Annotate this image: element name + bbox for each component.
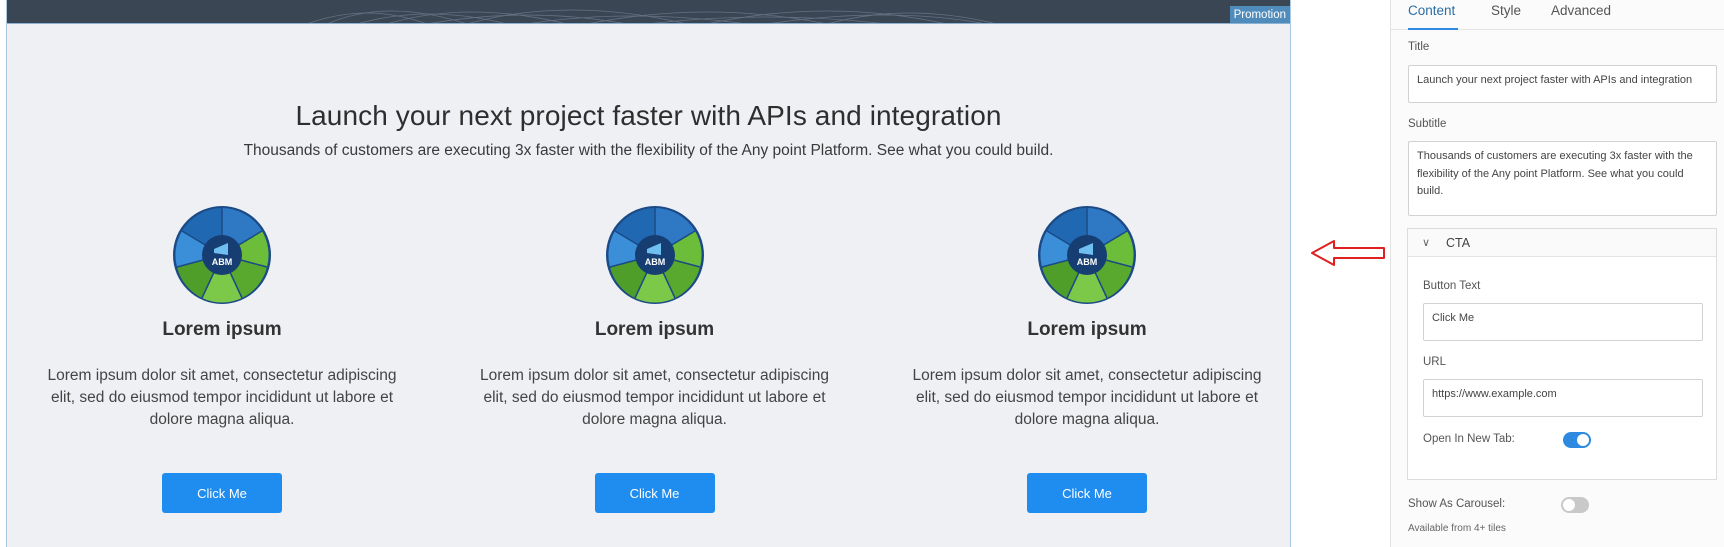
tile-cta-button[interactable]: Click Me [162,473,282,513]
tile-image-label: ABM [644,257,665,267]
toggle-knob [1563,499,1575,511]
tile-image-label: ABM [212,257,233,267]
open-new-tab-toggle[interactable] [1563,432,1591,448]
open-new-tab-label: Open In New Tab: [1423,433,1515,445]
subtitle-field-label: Subtitle [1408,118,1447,130]
panel-tabs: Content Style Advanced [1391,0,1724,30]
abm-diagram-image: ABM [1038,206,1136,304]
button-text-label: Button Text [1423,280,1481,292]
tile-title[interactable]: Lorem ipsum [1027,319,1146,341]
promotion-tag: Promotion [1229,6,1290,23]
subtitle-textarea[interactable]: Thousands of customers are executing 3x … [1408,141,1717,216]
tile-cta-button[interactable]: Click Me [594,473,715,513]
tile: ABM Lorem ipsum Lorem ipsum dolor sit am… [902,205,1272,525]
chevron-down-icon: ∨ [1422,237,1431,249]
tile-image-label: ABM [1077,257,1098,267]
hero-banner-pattern [308,9,995,23]
promotion-subtitle[interactable]: Thousands of customers are executing 3x … [7,142,1290,160]
title-field-label: Title [1408,41,1430,53]
tile-description[interactable]: Lorem ipsum dolor sit amet, consectetur … [902,365,1272,431]
promotion-title[interactable]: Launch your next project faster with API… [7,100,1290,132]
url-input[interactable]: https://www.example.com [1423,379,1703,417]
tab-advanced[interactable]: Advanced [1551,2,1611,30]
settings-panel: Content Style Advanced Title Launch your… [1390,0,1724,547]
url-label: URL [1423,356,1447,368]
tile: ABM Lorem ipsum Lorem ipsum dolor sit am… [37,205,407,525]
cta-section-header[interactable]: ∨ CTA [1408,229,1716,257]
tile-description[interactable]: Lorem ipsum dolor sit amet, consectetur … [470,365,840,431]
tile-description[interactable]: Lorem ipsum dolor sit amet, consectetur … [37,365,407,431]
tile-cta-button[interactable]: Click Me [1027,473,1147,513]
carousel-hint: Available from 4+ tiles [1408,523,1506,534]
arrow-left-icon [1311,240,1385,266]
preview-canvas: Promotion Launch your next project faste… [6,0,1291,547]
tab-content[interactable]: Content [1408,2,1458,30]
page: Promotion Launch your next project faste… [0,0,1724,547]
tab-style[interactable]: Style [1491,2,1521,30]
cta-section-label: CTA [1446,236,1471,250]
button-text-input[interactable]: Click Me [1423,303,1703,341]
tiles-row: ABM Lorem ipsum Lorem ipsum dolor sit am… [37,205,1272,525]
tile-title[interactable]: Lorem ipsum [595,319,714,341]
title-input[interactable]: Launch your next project faster with API… [1408,65,1717,103]
abm-diagram-image: ABM [173,206,271,304]
carousel-toggle[interactable] [1561,497,1589,513]
abm-diagram-image: ABM [605,206,704,304]
toggle-knob [1577,434,1589,446]
tile: ABM Lorem ipsum Lorem ipsum dolor sit am… [470,205,840,525]
carousel-label: Show As Carousel: [1408,498,1506,510]
cta-section: ∨ CTA Button Text Click Me URL https://w… [1407,228,1717,480]
tile-title[interactable]: Lorem ipsum [162,319,281,341]
hero-banner-strip: Promotion [7,0,1290,24]
